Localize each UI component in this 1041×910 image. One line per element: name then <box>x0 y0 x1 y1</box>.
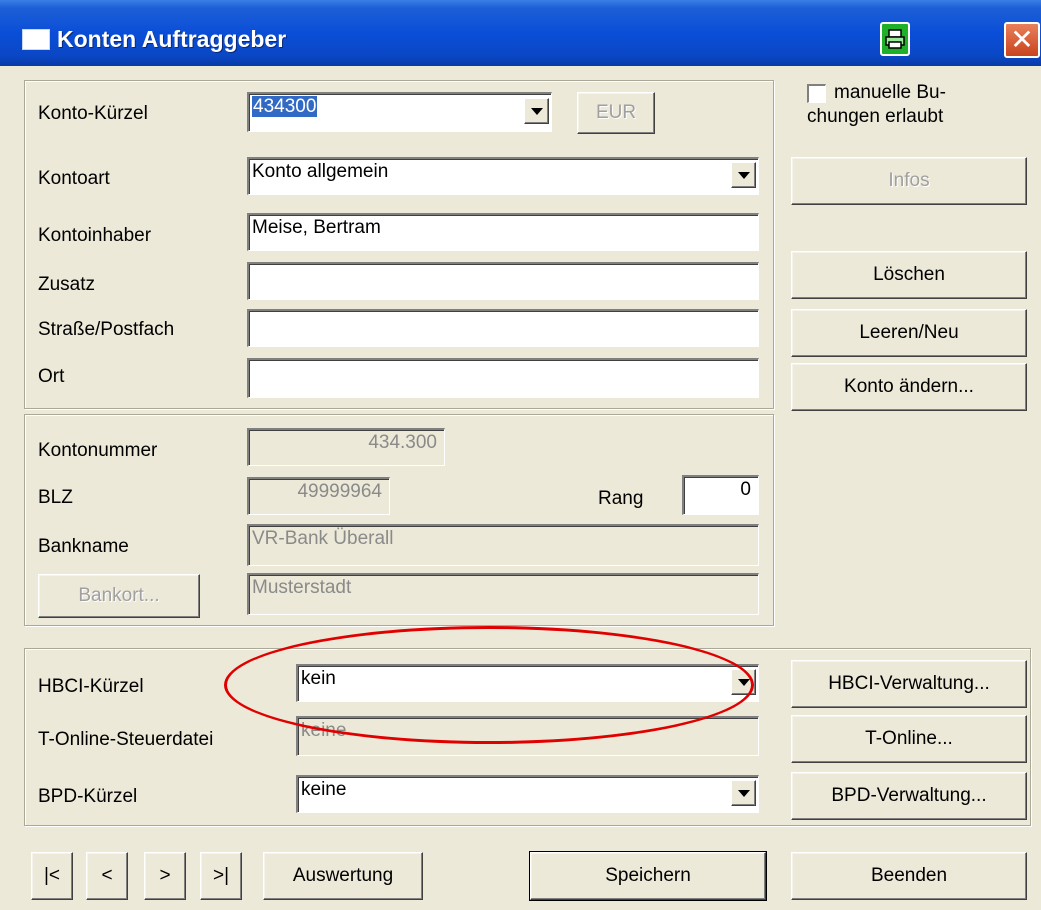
hbci-kuerzel-combo[interactable]: kein <box>296 664 759 702</box>
hbci-kuerzel-value: kein <box>301 668 336 689</box>
bpd-kuerzel-label: BPD-Kürzel <box>38 786 138 807</box>
currency-button[interactable]: EUR <box>577 92 655 134</box>
kontoinhaber-label: Kontoinhaber <box>38 225 152 246</box>
kontoinhaber-input[interactable]: Meise, Bertram <box>247 213 759 251</box>
first-record-button[interactable]: |< <box>31 852 73 900</box>
chevron-down-icon[interactable] <box>524 98 549 124</box>
bpd-kuerzel-combo[interactable]: keine <box>296 775 759 813</box>
beenden-button[interactable]: Beenden <box>791 852 1027 900</box>
kontonummer-field: 434.300 <box>247 428 445 466</box>
kontoart-combo[interactable]: Konto allgemein <box>247 157 759 195</box>
chevron-down-icon[interactable] <box>731 669 756 695</box>
window-icon <box>22 29 50 50</box>
last-record-button[interactable]: >| <box>200 852 242 900</box>
manual-bookings-label-1: manuelle Bu- <box>834 82 946 103</box>
hbci-kuerzel-label: HBCI-Kürzel <box>38 676 144 697</box>
speichern-button[interactable]: Speichern <box>529 851 767 901</box>
previous-record-button[interactable]: < <box>86 852 128 900</box>
rang-label: Rang <box>598 488 644 509</box>
tonline-steuerdatei-field: keine <box>296 716 759 756</box>
tonline-button[interactable]: T-Online... <box>791 715 1027 763</box>
zusatz-label: Zusatz <box>38 274 96 295</box>
ort-input[interactable] <box>247 358 759 398</box>
chevron-down-icon[interactable] <box>731 162 756 188</box>
auswertung-button[interactable]: Auswertung <box>263 852 423 900</box>
zusatz-input[interactable] <box>247 262 759 300</box>
bankname-field: VR-Bank Überall <box>247 524 759 566</box>
kontoart-value: Konto allgemein <box>252 161 389 182</box>
blz-field: 49999964 <box>247 477 390 515</box>
loeschen-button[interactable]: Löschen <box>791 251 1027 299</box>
print-button[interactable] <box>880 22 910 56</box>
chevron-down-icon[interactable] <box>731 780 756 806</box>
kontoart-label: Kontoart <box>38 168 110 189</box>
hbci-verwaltung-button[interactable]: HBCI-Verwaltung... <box>791 660 1027 708</box>
konto-kuerzel-combo[interactable]: 434300 <box>247 92 552 132</box>
printer-icon <box>885 29 905 49</box>
next-record-button[interactable]: > <box>144 852 186 900</box>
title-bar[interactable]: Konten Auftraggeber ✕ <box>0 0 1041 66</box>
blz-label: BLZ <box>38 487 73 508</box>
konto-aendern-button[interactable]: Konto ändern... <box>791 363 1027 411</box>
window-title: Konten Auftraggeber <box>57 26 287 52</box>
strasse-input[interactable] <box>247 309 759 347</box>
tonline-steuerdatei-label: T-Online-Steuerdatei <box>38 729 214 750</box>
strasse-label: Straße/Postfach <box>38 319 175 340</box>
infos-button[interactable]: Infos <box>791 157 1027 205</box>
leeren-neu-button[interactable]: Leeren/Neu <box>791 309 1027 357</box>
rang-input[interactable]: 0 <box>682 475 759 515</box>
ort-label: Ort <box>38 366 65 387</box>
bpd-verwaltung-button[interactable]: BPD-Verwaltung... <box>791 772 1027 820</box>
kontonummer-label: Kontonummer <box>38 440 158 461</box>
konto-kuerzel-value: 434300 <box>252 96 318 117</box>
close-button[interactable]: ✕ <box>1004 22 1040 58</box>
konto-kuerzel-label: Konto-Kürzel <box>38 103 148 124</box>
manual-bookings-checkbox[interactable] <box>807 84 826 103</box>
bankort-field: Musterstadt <box>247 573 759 615</box>
close-icon: ✕ <box>1010 23 1034 56</box>
bankname-label: Bankname <box>38 536 129 557</box>
manual-bookings-label-2: chungen erlaubt <box>807 106 944 127</box>
bankort-button[interactable]: Bankort... <box>38 574 200 618</box>
bpd-kuerzel-value: keine <box>301 779 347 800</box>
